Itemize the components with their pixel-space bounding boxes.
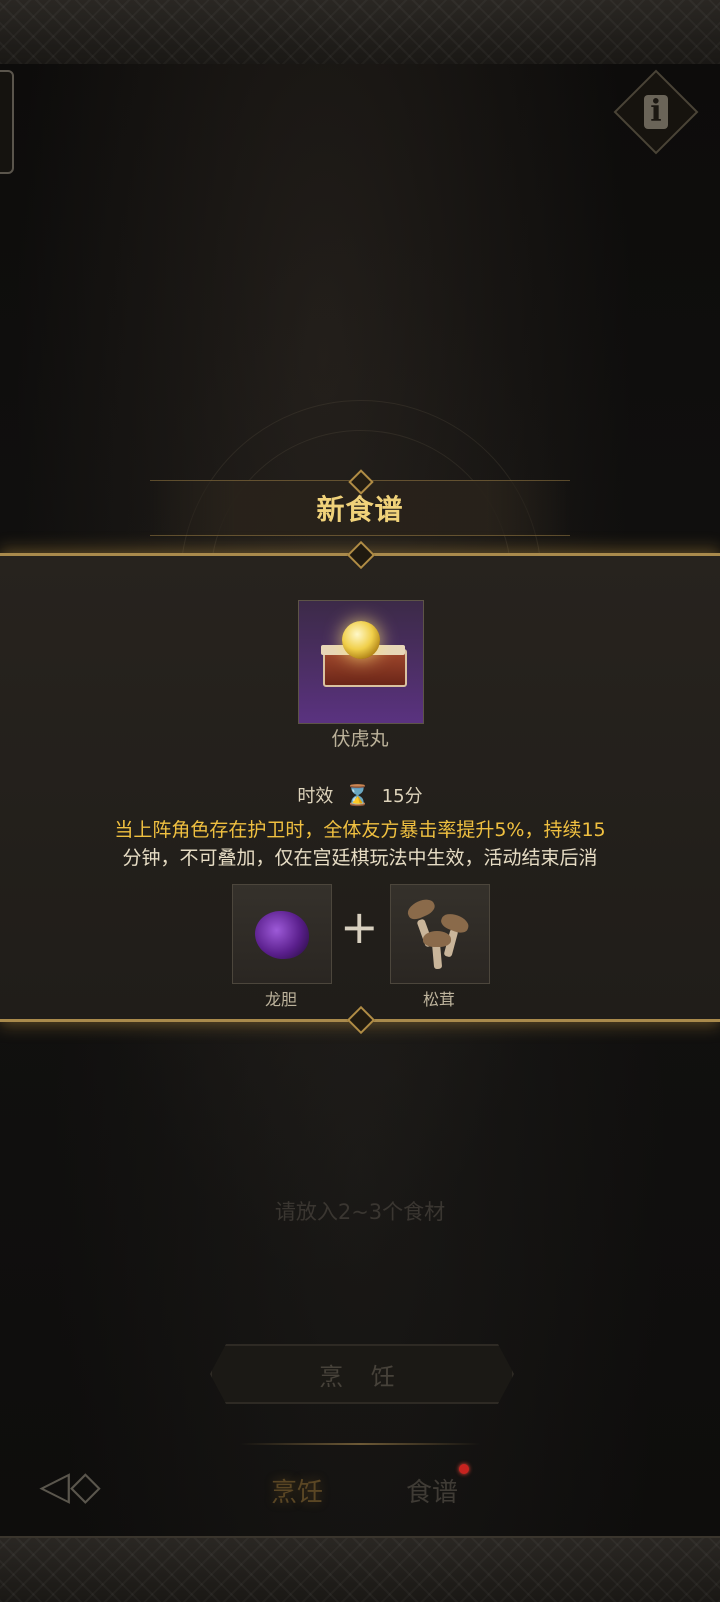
- duration-value: 15分: [381, 786, 423, 807]
- tabbar-divider: [240, 1443, 480, 1445]
- effect-description-line-1: 当上阵角色存在护卫时，全体友方暴击率提升5%，持续15: [114, 819, 606, 841]
- top-frame: [0, 0, 720, 66]
- notification-badge: [459, 1464, 469, 1474]
- ingredient-hint: 请放入2~3个食材: [274, 1200, 446, 1224]
- effect-description-line-2: 分钟，不可叠加，仅在宫廷棋玩法中生效，活动结束后消: [122, 847, 598, 869]
- dragon-gall-icon: [255, 911, 309, 959]
- duration-label: 时效: [297, 786, 334, 807]
- ingredient-slot-dragon-gall[interactable]: [232, 884, 332, 984]
- result-item-name: 伏虎丸: [331, 728, 389, 750]
- popup-title-band: 新食谱: [150, 469, 570, 536]
- tab-recipe[interactable]: 食谱: [372, 1472, 492, 1509]
- ingredient-name-dragon-gall: 龙胆: [264, 990, 297, 1009]
- cook-button[interactable]: 烹 饪: [210, 1344, 514, 1404]
- side-tab-handle[interactable]: [0, 70, 14, 174]
- duration-row: 时效 ⌛ 15分: [250, 782, 470, 808]
- plus-icon: +: [340, 900, 379, 954]
- golden-pill-box-icon[interactable]: [298, 600, 424, 724]
- hourglass-icon: ⌛: [345, 783, 370, 807]
- back-arrow-icon[interactable]: ◁◇: [20, 1462, 120, 1510]
- info-icon: i: [644, 94, 668, 129]
- bottom-frame: [0, 1536, 720, 1602]
- tab-cook[interactable]: 烹饪: [237, 1472, 357, 1509]
- ingredient-name-matsutake: 松茸: [422, 990, 455, 1009]
- effect-description: 当上阵角色存在护卫时，全体友方暴击率提升5%，持续15 分钟，不可叠加，仅在宫廷…: [60, 816, 660, 872]
- ingredient-slot-matsutake[interactable]: [390, 884, 490, 984]
